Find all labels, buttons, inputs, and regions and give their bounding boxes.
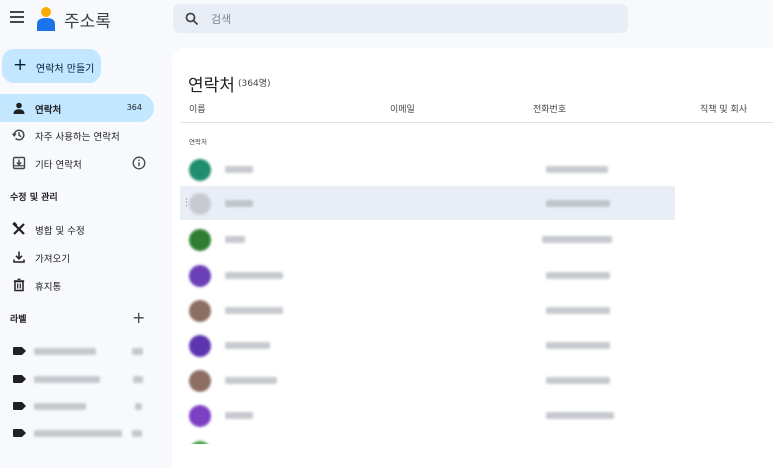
label-item[interactable] — [0, 366, 154, 392]
blurred-label-name — [34, 348, 96, 355]
blurred-label-name — [34, 403, 86, 410]
search-bar[interactable] — [173, 4, 628, 33]
label-item[interactable] — [0, 420, 154, 446]
label-item[interactable] — [0, 338, 154, 364]
hamburger-menu-icon[interactable] — [10, 11, 24, 23]
search-icon[interactable] — [185, 12, 199, 26]
blurred-name — [225, 377, 277, 384]
nav-item-other-contacts[interactable]: 기타 연락처 — [0, 149, 154, 177]
column-header-job[interactable]: 직책 및 회사 — [700, 102, 747, 115]
top-bar: 주소록 — [0, 0, 773, 38]
person-icon — [13, 102, 25, 114]
nav-item-label: 자주 사용하는 연락처 — [35, 132, 120, 143]
download-icon — [13, 251, 25, 263]
add-label-icon[interactable]: + — [132, 310, 145, 326]
history-icon — [12, 129, 25, 141]
contact-row[interactable] — [180, 363, 675, 397]
nav-item-merge[interactable]: 병합 및 수정 — [0, 215, 154, 243]
column-header-phone[interactable]: 전화번호 — [533, 102, 566, 115]
avatar — [189, 265, 211, 287]
contact-row[interactable] — [180, 293, 675, 327]
blurred-name — [225, 200, 253, 207]
contact-row[interactable] — [180, 328, 675, 362]
contact-row[interactable] — [180, 222, 675, 256]
inbox-arrow-icon — [12, 156, 26, 170]
avatar — [189, 405, 211, 427]
avatar — [189, 335, 211, 357]
nav-item-label: 휴지통 — [35, 282, 62, 293]
blurred-label-count — [132, 348, 143, 355]
info-icon[interactable] — [132, 156, 146, 170]
blurred-label-name — [34, 430, 122, 437]
avatar — [189, 300, 211, 322]
contacts-logo-icon — [37, 7, 55, 31]
nav-item-label: 병합 및 수정 — [35, 226, 85, 237]
blurred-phone — [546, 200, 610, 207]
blurred-label-count — [135, 403, 142, 410]
avatar — [189, 229, 211, 251]
nav-item-import[interactable]: 가져오기 — [0, 243, 154, 271]
avatar — [189, 441, 211, 444]
blurred-name — [225, 166, 253, 173]
blurred-phone — [546, 412, 614, 419]
contact-row[interactable] — [180, 434, 675, 444]
blurred-name — [225, 307, 283, 314]
blurred-name — [225, 236, 245, 243]
column-header-email[interactable]: 이메일 — [390, 102, 415, 115]
search-input[interactable] — [209, 9, 613, 29]
group-label: 연락처 — [189, 138, 207, 146]
nav-item-label: 기타 연락처 — [35, 160, 82, 171]
blurred-phone — [542, 236, 612, 243]
blurred-name — [225, 412, 253, 419]
blurred-label-name — [34, 376, 100, 383]
nav-item-contacts[interactable]: 연락처 364 — [0, 94, 154, 122]
create-contact-button[interactable]: + 연락처 만들기 — [2, 49, 101, 83]
blurred-phone — [546, 342, 610, 349]
blurred-name — [225, 272, 283, 279]
contacts-count: 364 — [126, 103, 142, 112]
blurred-label-count — [132, 430, 142, 437]
trash-icon — [13, 278, 25, 292]
manage-section-title: 수정 및 관리 — [10, 193, 58, 203]
nav-item-frequent[interactable]: 자주 사용하는 연락처 — [0, 121, 154, 149]
column-header-name[interactable]: 이름 — [189, 102, 206, 115]
contact-row[interactable]: ⋮ — [180, 186, 675, 220]
contact-row[interactable] — [180, 258, 675, 292]
label-item[interactable] — [0, 393, 154, 419]
avatar — [189, 370, 211, 392]
nav-item-trash[interactable]: 휴지통 — [0, 271, 154, 299]
blurred-label-count — [133, 376, 143, 383]
nav-item-label: 연락처 — [35, 105, 62, 116]
app-title: 주소록 — [64, 12, 111, 32]
contact-row[interactable] — [180, 398, 675, 432]
header-divider — [180, 122, 773, 123]
blurred-phone — [546, 272, 610, 279]
plus-icon: + — [13, 55, 28, 75]
contacts-panel: 연락처 (364명) 이름 이메일 전화번호 직책 및 회사 연락처 ⋮ — [172, 48, 773, 468]
contact-row[interactable] — [180, 152, 675, 186]
avatar — [189, 159, 211, 181]
blurred-phone — [546, 307, 610, 314]
nav-item-label: 가져오기 — [35, 254, 70, 265]
merge-tools-icon — [12, 222, 25, 235]
create-contact-label: 연락처 만들기 — [36, 64, 95, 75]
blurred-name — [225, 342, 270, 349]
page-count: (364명) — [238, 79, 271, 89]
blurred-phone — [546, 166, 608, 173]
blurred-phone — [546, 377, 610, 384]
labels-section-title: 라벨 — [10, 315, 27, 325]
page-title: 연락처 — [188, 76, 235, 96]
avatar — [189, 193, 211, 215]
